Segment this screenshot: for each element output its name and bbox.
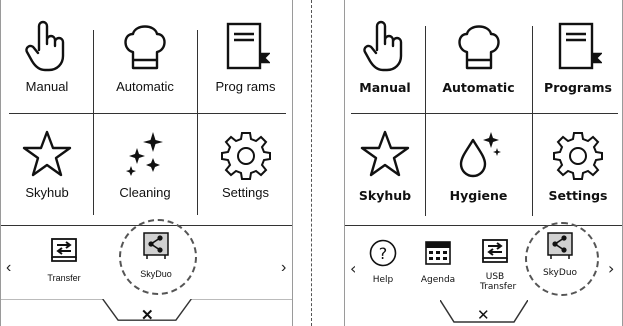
tile-hygiene[interactable]: Hygiene (425, 113, 532, 220)
tray-app-label: Transfer (47, 273, 81, 283)
tile-programs[interactable]: Programs (532, 0, 623, 113)
tile-label: Automatic (116, 79, 174, 94)
chef-hat-icon (121, 22, 169, 77)
tray-app-help[interactable]: ? Help (363, 239, 403, 285)
tile-label: Prog rams (215, 79, 276, 94)
tile-automatic[interactable]: Automatic (425, 0, 532, 113)
tile-programs[interactable]: Prog rams (197, 0, 294, 113)
transfer-icon (39, 238, 89, 267)
tile-label: Hygiene (449, 188, 508, 203)
tile-manual[interactable]: Manual (1, 0, 93, 113)
tile-automatic[interactable]: Automatic (93, 0, 197, 113)
star-icon (360, 130, 410, 182)
transfer-icon (473, 239, 517, 267)
tray-prev-arrow[interactable]: ‹ (350, 259, 356, 278)
tile-label: Settings (548, 188, 608, 203)
tile-label: Skyhub (25, 185, 69, 200)
tile-label: Settings (222, 185, 269, 200)
tray-prev-arrow[interactable]: ‹ (6, 259, 11, 277)
water-drop-sparkle-icon (455, 130, 503, 182)
hand-pointer-icon (25, 20, 69, 77)
tile-manual[interactable]: Manual (345, 0, 425, 113)
tile-skyhub[interactable]: Skyhub (1, 113, 93, 220)
close-icon[interactable]: ✕ (141, 306, 154, 324)
tile-settings[interactable]: Settings (532, 113, 623, 220)
function-grid: Manual Automatic Programs Skyhub Hygiene… (345, 0, 622, 220)
tile-label: Manual (359, 80, 411, 95)
tray-app-usb-transfer[interactable]: USB Transfer (473, 239, 517, 292)
star-icon (22, 130, 72, 183)
svg-text:?: ? (379, 244, 388, 263)
recipe-book-icon (222, 22, 271, 77)
tray-next-arrow[interactable]: › (281, 259, 286, 277)
calendar-icon (415, 240, 461, 270)
tile-label: Cleaning (119, 185, 171, 200)
tray-app-label: Help (372, 275, 394, 285)
tile-skyhub[interactable]: Skyhub (345, 113, 425, 220)
left-oven-screen: Manual Automatic Prog rams Skyhub Cleani… (0, 0, 293, 326)
close-icon[interactable]: ✕ (477, 306, 490, 324)
question-icon: ? (363, 239, 403, 271)
right-oven-screen: Manual Automatic Programs Skyhub Hygiene… (344, 0, 623, 326)
tile-label: Automatic (442, 80, 515, 95)
tile-label: Skyhub (358, 188, 412, 203)
tray-app-skyduo[interactable]: SkyDuo (535, 232, 585, 278)
tray-next-arrow[interactable]: › (608, 259, 614, 278)
tray-divider (345, 225, 622, 226)
tray-app-transfer[interactable]: Transfer (39, 238, 89, 283)
gear-icon (553, 130, 603, 184)
tile-label: Manual (25, 79, 69, 94)
tile-settings[interactable]: Settings (197, 113, 294, 220)
sparkles-icon (123, 130, 167, 181)
share-icon (129, 232, 183, 265)
tray-app-label: USB Transfer (480, 272, 517, 292)
function-grid: Manual Automatic Prog rams Skyhub Cleani… (1, 0, 292, 220)
recipe-book-icon (554, 22, 603, 76)
tile-label: Programs (544, 80, 612, 95)
tray-app-label: Agenda (420, 275, 456, 285)
tray-app-skyduo[interactable]: SkyDuo (129, 232, 183, 279)
chef-hat-icon (455, 22, 503, 76)
tile-cleaning[interactable]: Cleaning (93, 113, 197, 220)
tray-app-agenda[interactable]: Agenda (415, 240, 461, 285)
gear-icon (220, 130, 271, 185)
share-icon (535, 232, 585, 264)
panel-separator (311, 0, 312, 326)
tray-app-label: SkyDuo (140, 269, 172, 279)
tray-app-label: SkyDuo (542, 268, 578, 278)
hand-pointer-icon (363, 20, 407, 76)
